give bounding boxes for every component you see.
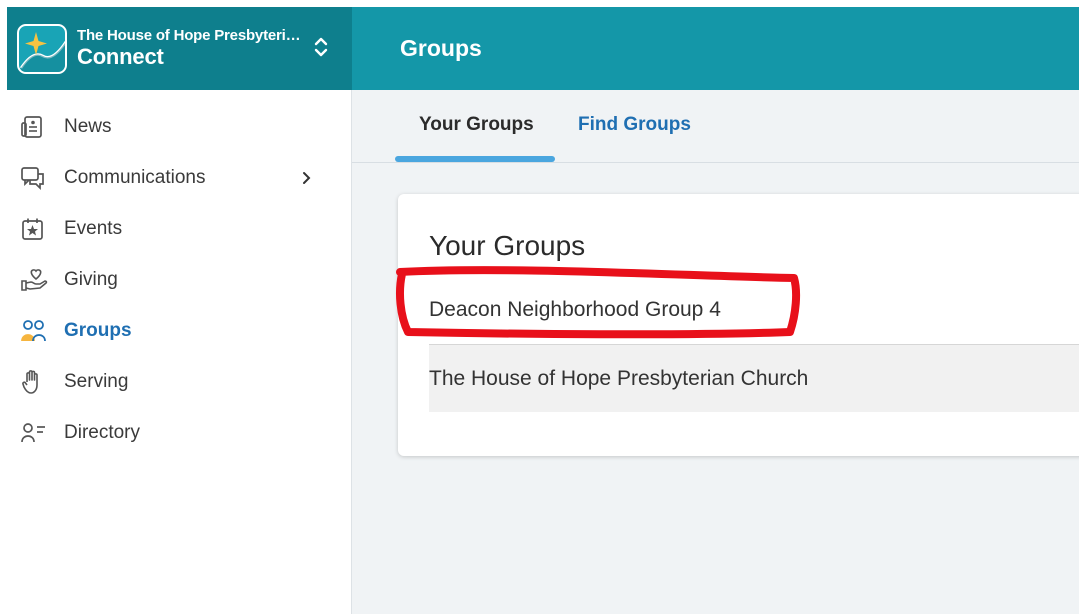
page-title: Groups: [400, 35, 482, 61]
card-title: Your Groups: [429, 230, 586, 261]
app-name: Connect: [77, 44, 164, 69]
news-icon: [20, 113, 48, 141]
tab-your-groups[interactable]: Your Groups: [419, 114, 534, 136]
org-switcher[interactable]: The House of Hope Presbyterian Church Co…: [7, 7, 352, 90]
people-icon: [20, 317, 48, 345]
page-header: Groups: [352, 7, 1079, 90]
sidebar-item-groups[interactable]: Groups: [7, 311, 351, 351]
heart-hand-icon: [20, 266, 48, 294]
sidebar-item-label: News: [64, 116, 112, 137]
raised-hand-icon: [20, 368, 48, 396]
group-item-deacon-neighborhood[interactable]: Deacon Neighborhood Group 4: [429, 276, 1079, 344]
sparkle-logo-icon: [17, 23, 67, 74]
sidebar-item-label: Communications: [64, 167, 206, 188]
sidebar-item-label: Directory: [64, 422, 141, 443]
calendar-star-icon: [20, 215, 48, 243]
tab-bar: Your Groups Find Groups: [352, 90, 1079, 163]
sidebar-item-giving[interactable]: Giving: [7, 260, 351, 300]
chevron-updown-icon[interactable]: [313, 33, 329, 61]
person-list-icon: [20, 419, 48, 447]
group-name: The House of Hope Presbyterian Church: [429, 366, 809, 390]
sidebar-item-label: Serving: [64, 371, 129, 392]
sidebar-item-serving[interactable]: Serving: [7, 362, 351, 402]
sidebar-item-directory[interactable]: Directory: [7, 413, 351, 453]
chat-icon: [20, 164, 48, 192]
group-name: Deacon Neighborhood Group 4: [429, 298, 721, 321]
sidebar-item-news[interactable]: News: [7, 107, 351, 147]
sidebar-item-communications[interactable]: Communications: [7, 158, 351, 198]
sidebar-item-label: Events: [64, 218, 123, 239]
org-text: The House of Hope Presbyterian Church Co…: [77, 27, 307, 70]
sidebar-item-label: Giving: [64, 269, 118, 290]
sidebar-item-label: Groups: [64, 320, 132, 341]
your-groups-card: Your Groups Deacon Neighborhood Group 4 …: [398, 194, 1079, 456]
app-window: The House of Hope Presbyterian Church Co…: [7, 7, 1079, 614]
group-item-house-of-hope[interactable]: The House of Hope Presbyterian Church: [429, 344, 1079, 412]
chevron-right-icon: [303, 172, 311, 184]
sidebar: News Communications Events Giving Groups…: [7, 90, 352, 614]
tab-find-groups[interactable]: Find Groups: [578, 114, 691, 136]
sidebar-item-events[interactable]: Events: [7, 209, 351, 249]
active-tab-indicator: [395, 156, 555, 162]
org-name: The House of Hope Presbyterian Church: [77, 27, 307, 44]
main-content: Your Groups Find Groups Your Groups Deac…: [352, 90, 1079, 614]
